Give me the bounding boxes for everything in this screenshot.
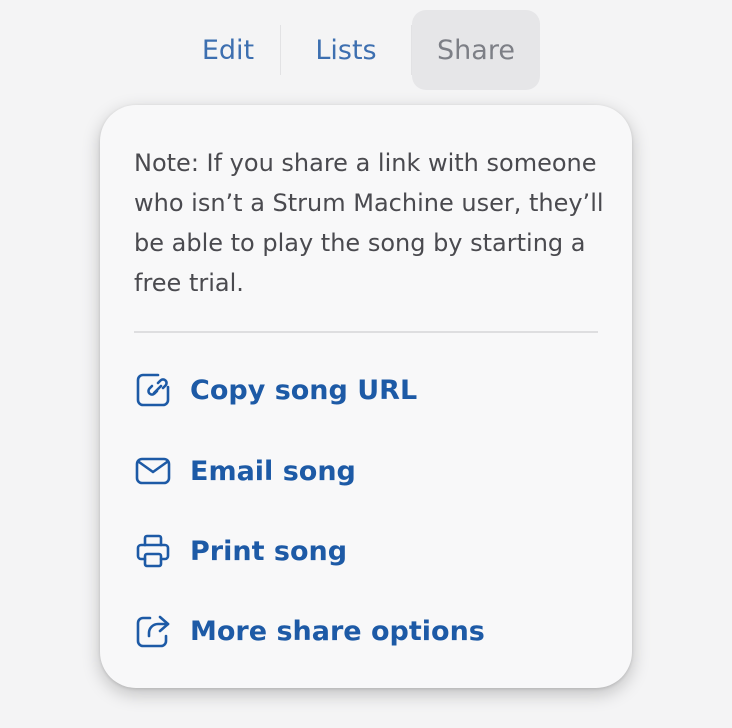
divider <box>134 331 598 333</box>
share-popover: Note: If you share a link with someone w… <box>100 105 632 688</box>
tab-bar: Edit Lists Share <box>176 10 540 90</box>
copy-song-url-label: Copy song URL <box>190 374 418 406</box>
email-song-label: Email song <box>190 455 356 487</box>
share-arrow-icon <box>134 611 174 651</box>
more-share-options-button[interactable]: More share options <box>134 606 485 656</box>
share-note: Note: If you share a link with someone w… <box>134 149 604 297</box>
envelope-icon <box>134 451 174 491</box>
copy-link-icon <box>134 370 174 410</box>
email-song-button[interactable]: Email song <box>134 446 356 496</box>
page: Edit Lists Share Note: If you share a li… <box>0 0 732 728</box>
print-song-label: Print song <box>190 535 348 567</box>
more-share-options-label: More share options <box>190 615 485 647</box>
printer-icon <box>134 531 174 571</box>
tab-edit[interactable]: Edit <box>176 10 280 90</box>
print-song-button[interactable]: Print song <box>134 526 347 576</box>
tab-lists[interactable]: Lists <box>281 10 411 90</box>
tab-share[interactable]: Share <box>412 10 540 90</box>
copy-song-url-button[interactable]: Copy song URL <box>134 365 417 415</box>
